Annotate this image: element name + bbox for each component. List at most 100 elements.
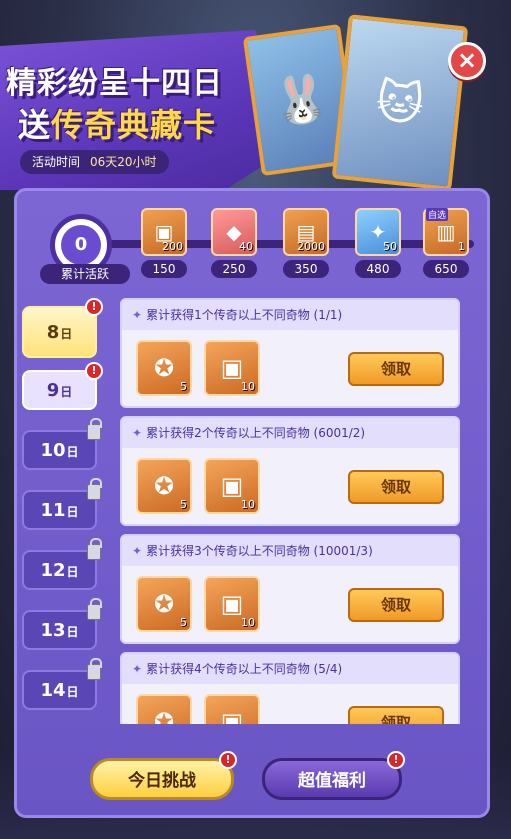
task-title-text: 累计获得1个传奇以上不同奇物 [146,308,310,322]
close-button[interactable]: × [448,42,486,80]
day-tab-8[interactable]: 8日 ! [22,298,103,358]
cat-character-icon: 🐱 [373,73,427,132]
milestone-points: 350 [283,260,329,278]
milestone-points: 150 [141,260,187,278]
milestone-reward[interactable]: ▣ 200 150 [138,208,190,278]
value-welfare-button[interactable]: 超值福利 ! [262,751,405,800]
task-title-text: 累计获得3个传奇以上不同奇物 [146,544,310,558]
day-suffix: 日 [60,385,73,399]
claim-button[interactable]: 领取 [348,352,444,386]
star-icon: ✦ [132,308,143,322]
crystal-icon: ✦ 50 [355,208,401,256]
daily-challenge-label: 今日挑战 [128,771,196,791]
activity-progress: 0 累计活跃 ▣ 200 150 ◆ 40 250 ▤ 2000 350 ✦ 50 48… [14,196,490,286]
milestone-reward[interactable]: ◆ 40 250 [208,208,260,278]
day-tab-10[interactable]: 10 日 [22,418,102,470]
card-pack-icon: ▣ 200 [141,208,187,256]
star-icon: ✦ [132,544,143,558]
day-tab-12[interactable]: 12 日 [22,538,102,590]
day-number: 8 [46,322,60,343]
chest-icon: ▥ 自选 1 [423,208,469,256]
ticket-icon: ▤ 2000 [283,208,329,256]
character-card-cat: 🐱 [331,14,469,191]
day-number: 9 [46,380,60,401]
lock-icon [87,538,102,560]
item-qty: 5 [180,498,187,511]
card-item-icon[interactable]: ▣10 [204,576,260,632]
day-suffix: 日 [66,565,79,579]
task-card: ✦ 累计获得3个传奇以上不同奇物 (10001/3) ✪ 5 ▣ 10 领取 [120,534,460,644]
badge-item-icon[interactable]: ✪5 [136,458,192,514]
alert-icon: ! [85,298,103,316]
item-qty: 5 [180,616,187,629]
lock-icon [87,418,102,440]
badge-item-icon[interactable]: ✪5 [136,576,192,632]
day-tab-13[interactable]: 13 日 [22,598,102,650]
event-title-line2: 送传奇典藏卡 [18,100,216,146]
active-points-value: 0 [61,225,101,265]
item-qty: 10 [241,616,255,629]
day-number: 13 [40,620,66,641]
claim-button[interactable]: 领取 [348,470,444,504]
event-time-label: 活动时间 [32,155,81,169]
star-icon: ✦ [132,662,143,676]
active-points-label: 累计活跃 [40,264,130,284]
milestone-reward[interactable]: ▤ 2000 350 [280,208,332,278]
task-title-text: 累计获得2个传奇以上不同奇物 [146,426,310,440]
event-time: 活动时间 06天20小时 [20,150,169,174]
alert-icon: ! [387,751,405,769]
alert-icon: ! [219,751,237,769]
task-progress: (1/1) [313,308,343,322]
card-item-icon[interactable]: ▣10 [204,340,260,396]
milestone-points: 480 [355,260,401,278]
title-prefix: 送 [18,106,52,144]
rabbit-character-icon: 🐰 [268,68,334,131]
claim-button[interactable]: 领取 [348,588,444,622]
item-qty: 10 [241,380,255,393]
lock-icon [87,598,102,620]
day-suffix: 日 [66,445,79,459]
task-title: ✦ 累计获得1个传奇以上不同奇物 (1/1) [122,300,458,330]
day-tab-9[interactable]: 9日 ! [22,362,103,410]
milestone-reward[interactable]: ▥ 自选 1 650 [420,208,472,278]
claim-button[interactable]: 领取 [348,706,444,724]
task-progress: (10001/3) [313,544,373,558]
task-card: ✦ 累计获得2个传奇以上不同奇物 (6001/2) ✪ 5 ▣ 10 领取 [120,416,460,526]
day-number: 14 [40,680,66,701]
milestone-qty: 2000 [297,240,325,253]
task-card: ✦ 累计获得1个传奇以上不同奇物 (1/1) ✪ 5 ▣ 10 领取 [120,298,460,408]
card-item-icon[interactable]: ▣10 [204,694,260,724]
event-title-line1: 精彩纷呈十四日 [6,66,223,101]
task-progress: (6001/2) [313,426,366,440]
milestone-reward[interactable]: ✦ 50 480 [352,208,404,278]
task-title-text: 累计获得4个传奇以上不同奇物 [146,662,310,676]
lock-icon [87,658,102,680]
gem-icon: ◆ 40 [211,208,257,256]
task-title: ✦ 累计获得3个传奇以上不同奇物 (10001/3) [122,536,458,566]
alert-icon: ! [85,362,103,380]
day-suffix: 日 [66,505,79,519]
task-title: ✦ 累计获得4个传奇以上不同奇物 (5/4) [122,654,458,684]
milestone-qty: 200 [162,240,183,253]
badge-item-icon[interactable]: ✪5 [136,340,192,396]
value-welfare-label: 超值福利 [298,771,366,791]
optional-tag: 自选 [426,208,449,221]
badge-item-icon[interactable]: ✪5 [136,694,192,724]
task-title: ✦ 累计获得2个传奇以上不同奇物 (6001/2) [122,418,458,448]
task-list[interactable]: ✦ 累计获得1个传奇以上不同奇物 (1/1) ✪ 5 ▣ 10 领取 ✦ 累计获得2个传… [120,296,464,724]
day-number: 10 [40,440,66,461]
item-qty: 10 [241,498,255,511]
task-progress: (5/4) [313,662,343,676]
milestone-qty: 40 [239,240,253,253]
day-tab-14[interactable]: 14 日 [22,658,102,710]
card-item-icon[interactable]: ▣10 [204,458,260,514]
day-suffix: 日 [66,625,79,639]
day-tab-11[interactable]: 11 日 [22,478,102,530]
milestone-qty: 50 [383,240,397,253]
daily-challenge-button[interactable]: 今日挑战 ! [90,751,237,800]
task-card: ✦累计获得4个传奇以上不同奇物 (5/4) ✪5 ▣10 领取 [120,652,460,724]
day-number: 11 [40,500,66,521]
day-suffix: 日 [66,685,79,699]
star-icon: ✦ [132,426,143,440]
day-number: 12 [40,560,66,581]
